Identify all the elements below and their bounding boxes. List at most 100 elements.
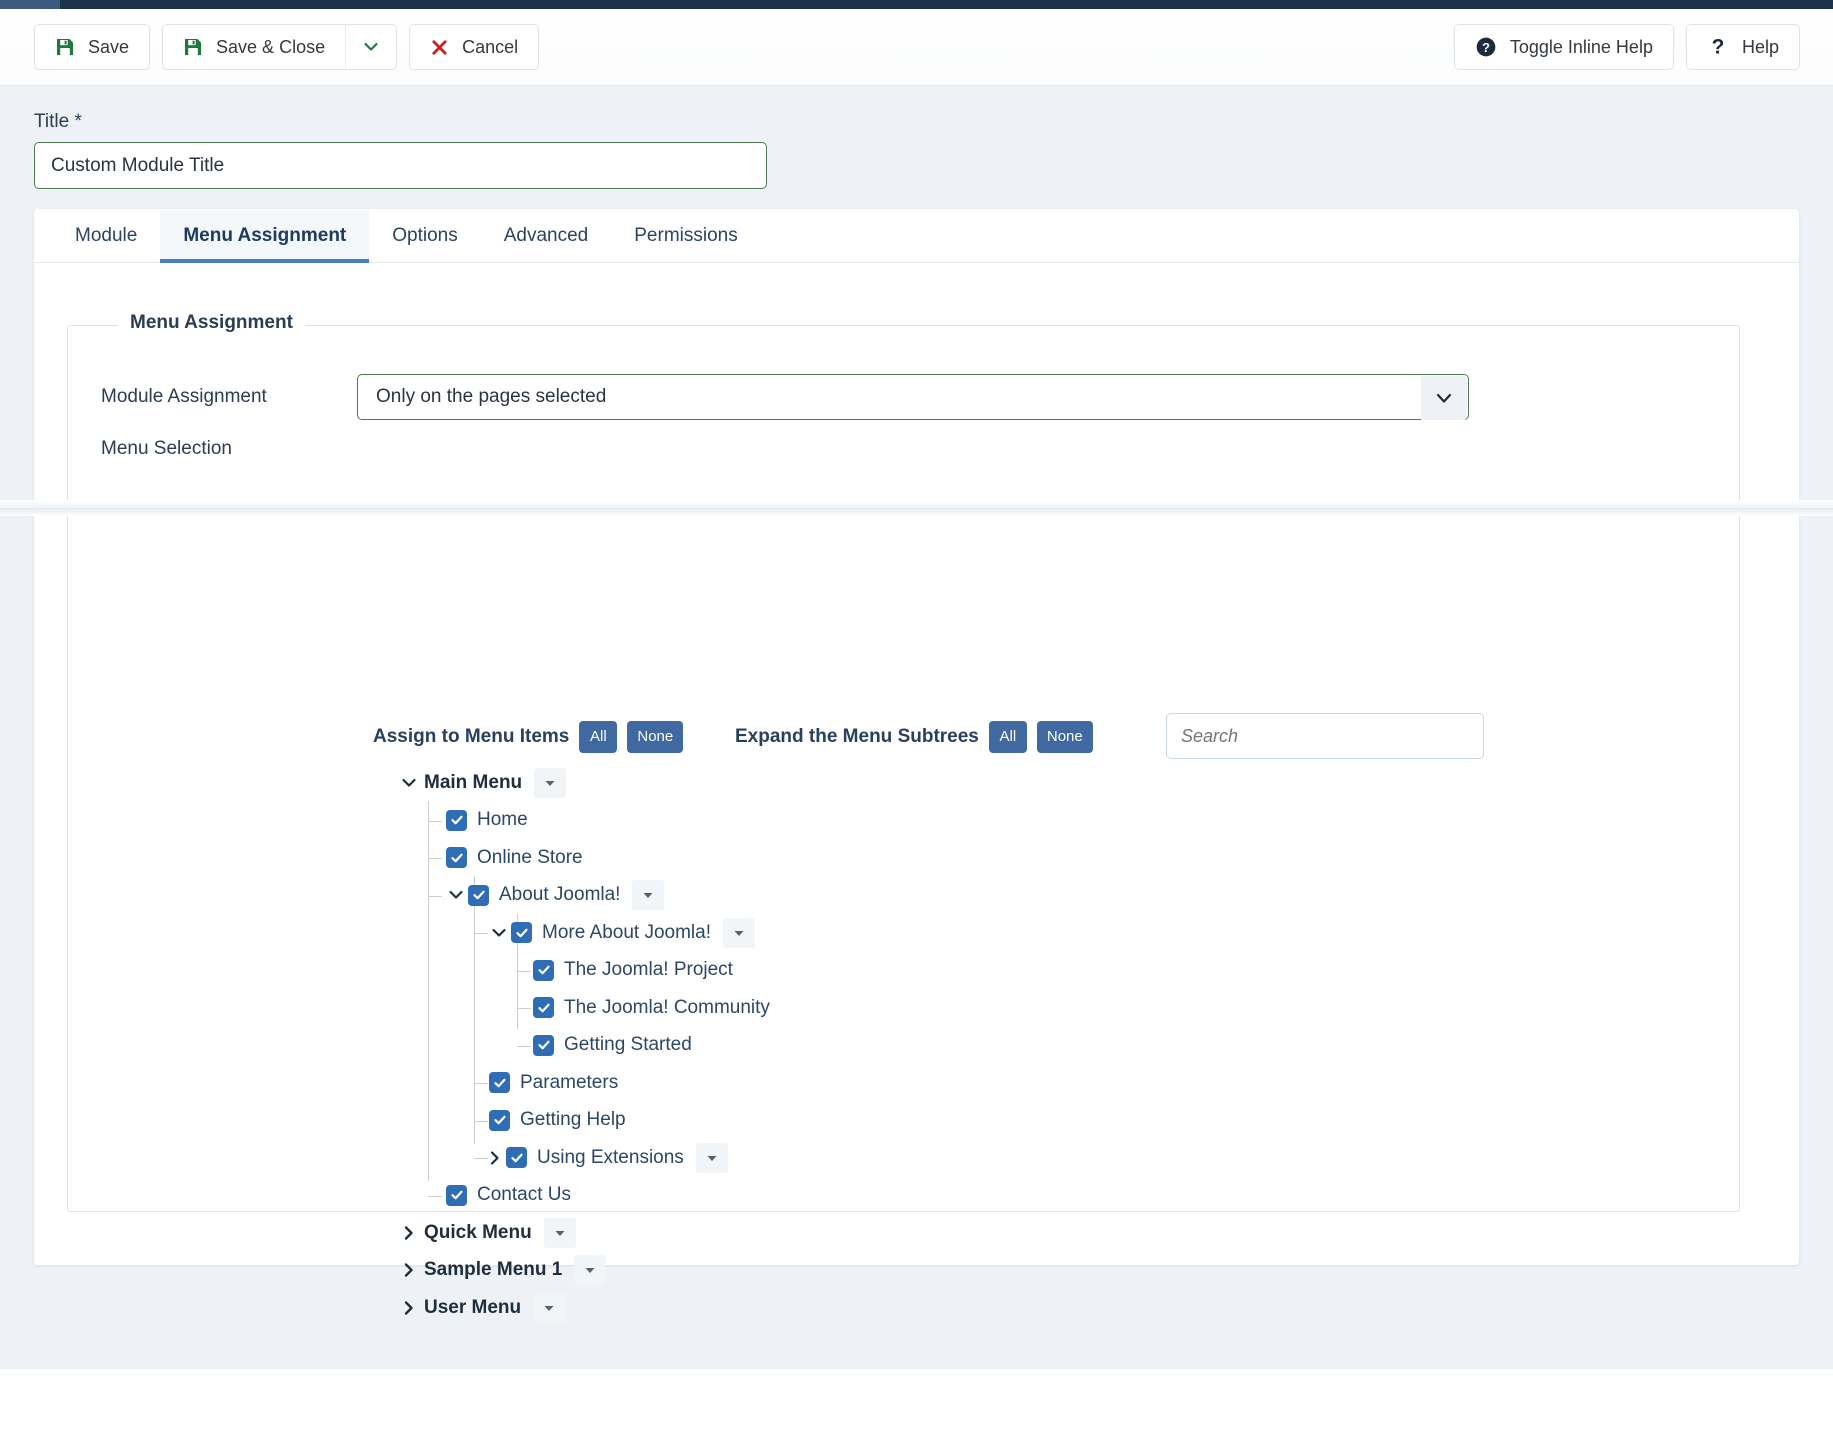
menu-assignment-fieldset: Menu Assignment Module Assignment Only o…	[67, 325, 1740, 1212]
expand-all-button[interactable]: All	[989, 721, 1027, 753]
expand-none-button[interactable]: None	[1037, 721, 1093, 753]
tree-item-label: Contact Us	[477, 1184, 571, 1206]
toolbar-left-group: Save Save & Close Cancel	[34, 24, 539, 70]
tab-advanced[interactable]: Advanced	[481, 210, 612, 262]
tree-item-label: Using Extensions	[537, 1147, 684, 1169]
tree-item-checkbox[interactable]	[468, 885, 489, 906]
tree-item-home[interactable]: Home	[388, 802, 770, 840]
tree-guide-line	[428, 858, 442, 859]
help-button-label: Help	[1742, 37, 1779, 58]
tree-item-checkbox[interactable]	[489, 1072, 510, 1093]
tree-item-label: Getting Help	[520, 1109, 626, 1131]
chevron-right-icon[interactable]	[398, 1261, 420, 1279]
toggle-inline-help-button[interactable]: ? Toggle Inline Help	[1454, 24, 1674, 70]
tree-item-label: Online Store	[477, 847, 583, 869]
module-assignment-select[interactable]: Only on the pages selected	[357, 374, 1469, 420]
tree-item-using-extensions[interactable]: Using Extensions	[388, 1139, 770, 1177]
menu-selection-row: Menu Selection	[101, 438, 232, 460]
menu-group-quick-menu[interactable]: Quick Menu	[388, 1214, 770, 1252]
chevron-down-icon	[361, 37, 381, 57]
tree-item-checkbox[interactable]	[533, 1035, 554, 1056]
menu-group-sample-menu-1[interactable]: Sample Menu 1	[388, 1252, 770, 1290]
chevron-right-icon[interactable]	[398, 1224, 420, 1242]
tree-controls-bar: Assign to Menu Items All None Expand the…	[68, 721, 1739, 761]
tree-item-more-about-joomla[interactable]: More About Joomla!	[388, 914, 770, 952]
search-input[interactable]	[1166, 713, 1484, 759]
menu-selection-label: Menu Selection	[101, 438, 232, 460]
chevron-down-icon	[1421, 376, 1467, 420]
tab-module[interactable]: Module	[52, 210, 160, 262]
window-chrome-bar	[0, 0, 1833, 9]
save-close-split-button: Save & Close	[162, 24, 397, 70]
help-button[interactable]: ? Help	[1686, 24, 1800, 70]
tree-guide-line	[474, 933, 488, 934]
title-input[interactable]	[34, 142, 767, 189]
title-field-label: Title *	[34, 111, 767, 133]
tab-permissions[interactable]: Permissions	[611, 210, 760, 262]
save-button[interactable]: Save	[34, 24, 150, 70]
chevron-down-icon[interactable]	[488, 924, 510, 942]
tree-item-checkbox[interactable]	[506, 1147, 527, 1168]
menu-group-label: Main Menu	[424, 772, 522, 794]
tree-item-checkbox[interactable]	[533, 997, 554, 1018]
caret-down-icon[interactable]	[574, 1255, 606, 1285]
tab-options[interactable]: Options	[369, 210, 480, 262]
tree-item-label: Getting Started	[564, 1034, 692, 1056]
tree-item-getting-help[interactable]: Getting Help	[388, 1102, 770, 1140]
tree-item-contact-us[interactable]: Contact Us	[388, 1177, 770, 1215]
tree-item-label: The Joomla! Project	[564, 959, 733, 981]
menu-group-user-menu[interactable]: User Menu	[388, 1289, 770, 1327]
tree-item-the-joomla-project[interactable]: The Joomla! Project	[388, 952, 770, 990]
question-mark-icon: ?	[1707, 36, 1729, 58]
tree-item-getting-started[interactable]: Getting Started	[388, 1027, 770, 1065]
assign-all-button[interactable]: All	[579, 721, 617, 753]
chevron-right-icon[interactable]	[484, 1149, 506, 1167]
title-field-group: Title *	[34, 111, 767, 189]
chevron-right-icon[interactable]	[398, 1299, 420, 1317]
page-footer-strip	[0, 1369, 1833, 1446]
tree-item-the-joomla-community[interactable]: The Joomla! Community	[388, 989, 770, 1027]
module-assignment-label: Module Assignment	[101, 386, 357, 408]
caret-down-icon[interactable]	[534, 768, 566, 798]
tree-item-label: The Joomla! Community	[564, 997, 770, 1019]
tree-item-online-store[interactable]: Online Store	[388, 839, 770, 877]
tree-item-about-joomla[interactable]: About Joomla!	[388, 877, 770, 915]
svg-text:?: ?	[1712, 36, 1725, 58]
question-circle-icon: ?	[1475, 36, 1497, 58]
fieldset-legend: Menu Assignment	[118, 312, 305, 334]
browser-tab-strip	[0, 0, 60, 9]
chevron-down-icon[interactable]	[445, 886, 467, 904]
tree-item-checkbox[interactable]	[446, 847, 467, 868]
tree-item-label: About Joomla!	[499, 884, 620, 906]
caret-down-icon[interactable]	[696, 1143, 728, 1173]
menu-group-main-menu[interactable]: Main Menu	[388, 764, 770, 802]
assign-none-button[interactable]: None	[627, 721, 683, 753]
save-and-close-button[interactable]: Save & Close	[162, 24, 345, 70]
save-options-dropdown-toggle[interactable]	[345, 24, 397, 70]
caret-down-icon[interactable]	[544, 1218, 576, 1248]
menu-group-label: User Menu	[424, 1297, 521, 1319]
tree-guide-line	[428, 821, 442, 822]
cancel-button[interactable]: Cancel	[409, 24, 539, 70]
tree-item-parameters[interactable]: Parameters	[388, 1064, 770, 1102]
tree-guide-line	[517, 971, 531, 972]
menu-group-label: Sample Menu 1	[424, 1259, 562, 1281]
tab-menu-assignment[interactable]: Menu Assignment	[160, 210, 369, 262]
menu-assignment-tree: Main Menu Home	[388, 764, 770, 1327]
tree-item-label: Parameters	[520, 1072, 618, 1094]
tree-item-checkbox[interactable]	[446, 810, 467, 831]
x-icon	[430, 38, 449, 57]
tree-item-checkbox[interactable]	[446, 1185, 467, 1206]
tree-item-checkbox[interactable]	[489, 1110, 510, 1131]
caret-down-icon[interactable]	[533, 1293, 565, 1323]
editor-card: Module Menu Assignment Options Advanced …	[34, 209, 1799, 1265]
tree-guide-line	[517, 1008, 531, 1009]
caret-down-icon[interactable]	[632, 880, 664, 910]
tree-guide-line	[517, 1046, 531, 1047]
tree-item-checkbox[interactable]	[511, 922, 532, 943]
chevron-down-icon[interactable]	[398, 774, 420, 792]
tab-bar: Module Menu Assignment Options Advanced …	[34, 209, 1799, 263]
floppy-disk-icon	[55, 37, 75, 57]
tree-item-checkbox[interactable]	[533, 960, 554, 981]
caret-down-icon[interactable]	[723, 918, 755, 948]
